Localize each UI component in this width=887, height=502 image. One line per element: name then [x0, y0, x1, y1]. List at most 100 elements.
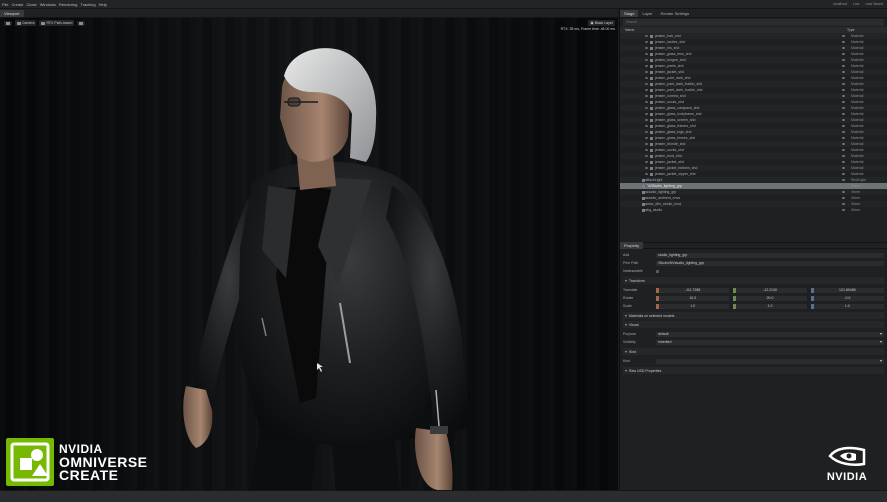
rotate-y[interactable]: 20.0 — [733, 295, 807, 301]
row-visibility-icon[interactable] — [842, 83, 845, 85]
visibility-eye-icon[interactable] — [645, 107, 648, 109]
column-type[interactable]: Type — [847, 28, 882, 32]
menu-create[interactable]: Create — [11, 2, 23, 7]
row-visibility-icon[interactable] — [842, 53, 845, 55]
row-visibility-icon[interactable] — [842, 209, 845, 211]
visibility-eye-icon[interactable] — [645, 95, 648, 97]
row-visibility-icon[interactable] — [842, 89, 845, 91]
visibility-eye-icon[interactable] — [645, 119, 648, 121]
visibility-eye-icon[interactable] — [645, 53, 648, 55]
row-visibility-icon[interactable] — [842, 47, 845, 49]
tab-stage[interactable]: Stage — [620, 9, 639, 17]
row-visibility-icon[interactable] — [842, 167, 845, 169]
row-visibility-icon[interactable] — [842, 155, 845, 157]
tab-layer[interactable]: Layer — [638, 10, 656, 17]
menu-tracking[interactable]: Tracking — [80, 2, 95, 7]
visibility-button[interactable] — [77, 20, 86, 26]
scale-z[interactable]: 1.0 — [810, 303, 884, 309]
row-visibility-icon[interactable] — [842, 119, 845, 121]
row-visibility-icon[interactable] — [842, 107, 845, 109]
viewport[interactable]: Camera RTX Path-traced ▣ Black Layer RTX:… — [0, 18, 618, 490]
menu-help[interactable]: Help — [99, 2, 107, 7]
visibility-eye-icon[interactable] — [645, 113, 648, 115]
visibility-eye-icon[interactable] — [645, 35, 648, 37]
visibility-eye-icon[interactable] — [645, 167, 648, 169]
menu-close[interactable]: Close — [26, 2, 36, 7]
row-visibility-icon[interactable] — [842, 179, 845, 181]
purpose-dropdown[interactable]: default — [656, 331, 884, 337]
transform-section[interactable]: Transform — [623, 277, 884, 284]
rotate-z[interactable]: -0.0 — [810, 295, 884, 301]
tab-property[interactable]: Property — [620, 242, 644, 249]
scale-x[interactable]: 1.0 — [656, 303, 730, 309]
row-visibility-icon[interactable] — [842, 95, 845, 97]
row-visibility-icon[interactable] — [842, 143, 845, 145]
kind-section[interactable]: Kind — [623, 348, 884, 355]
row-visibility-icon[interactable] — [842, 35, 845, 37]
visibility-eye-icon[interactable] — [645, 47, 648, 49]
stage-row[interactable]: bg_studio Xform — [620, 207, 887, 213]
row-visibility-icon[interactable] — [842, 131, 845, 133]
visibility-eye-icon[interactable] — [645, 155, 648, 157]
visibility-eye-icon[interactable] — [645, 41, 648, 43]
visibility-eye-icon[interactable] — [645, 143, 648, 145]
raw-usd-section[interactable]: Raw USD Properties — [623, 367, 884, 374]
visibility-eye-icon[interactable] — [645, 149, 648, 151]
row-visibility-icon[interactable] — [842, 101, 845, 103]
row-visibility-icon[interactable] — [842, 77, 845, 79]
menu-rendering[interactable]: Rendering — [59, 2, 77, 7]
row-visibility-icon[interactable] — [842, 71, 845, 73]
visibility-eye-icon[interactable] — [645, 131, 648, 133]
rotate-x[interactable]: 10.0 — [656, 295, 730, 301]
visibility-eye-icon[interactable] — [645, 197, 648, 199]
row-visibility-icon[interactable] — [842, 41, 845, 43]
translate-x[interactable]: -111.7288 — [656, 287, 730, 293]
visibility-eye-icon[interactable] — [645, 203, 648, 205]
visibility-eye-icon[interactable] — [645, 179, 648, 181]
visibility-eye-icon[interactable] — [645, 83, 648, 85]
add-button[interactable]: Add — [623, 253, 656, 257]
row-visibility-icon[interactable] — [842, 113, 845, 115]
translate-z[interactable]: 121.89468 — [810, 287, 884, 293]
row-visibility-icon[interactable] — [842, 185, 845, 187]
visual-section[interactable]: Visual — [623, 321, 884, 328]
visibility-eye-icon[interactable] — [645, 125, 648, 127]
visibility-eye-icon[interactable] — [645, 101, 648, 103]
row-visibility-icon[interactable] — [842, 137, 845, 139]
visibility-eye-icon[interactable] — [645, 191, 648, 193]
prim-name-field[interactable]: studio_lighting_grp — [656, 252, 884, 258]
scale-y[interactable]: 1.0 — [733, 303, 807, 309]
visibility-eye-icon[interactable] — [645, 185, 648, 187]
visibility-eye-icon[interactable] — [645, 173, 648, 175]
tab-render-settings[interactable]: Render Settings — [656, 10, 693, 17]
visibility-dropdown[interactable]: inherited — [656, 339, 884, 345]
row-visibility-icon[interactable] — [842, 173, 845, 175]
row-visibility-icon[interactable] — [842, 125, 845, 127]
tab-viewport[interactable]: Viewport — [0, 9, 24, 17]
visibility-eye-icon[interactable] — [645, 65, 648, 67]
menu-windows[interactable]: Windows — [40, 2, 56, 7]
visibility-eye-icon[interactable] — [645, 137, 648, 139]
render-mode-button[interactable]: RTX Path-traced — [39, 20, 75, 26]
menu-file[interactable]: File — [2, 2, 8, 7]
viewport-settings-button[interactable] — [4, 20, 12, 26]
camera-button[interactable]: Camera — [15, 20, 37, 26]
row-visibility-icon[interactable] — [842, 197, 845, 199]
visibility-eye-icon[interactable] — [645, 209, 648, 211]
translate-y[interactable]: -12.2130 — [733, 287, 807, 293]
row-visibility-icon[interactable] — [842, 191, 845, 193]
visibility-eye-icon[interactable] — [645, 161, 648, 163]
kind-dropdown[interactable] — [656, 358, 884, 364]
live-status[interactable]: Live — [853, 2, 859, 6]
row-visibility-icon[interactable] — [842, 65, 845, 67]
visibility-eye-icon[interactable] — [645, 59, 648, 61]
visibility-eye-icon[interactable] — [645, 71, 648, 73]
visibility-eye-icon[interactable] — [645, 77, 648, 79]
column-name[interactable]: Name — [625, 28, 634, 32]
materials-section[interactable]: Materials on selected models — [623, 312, 884, 319]
row-visibility-icon[interactable] — [842, 203, 845, 205]
prim-path-field[interactable]: /Studio/NVstudio_lighting_grp — [656, 260, 884, 266]
stage-search-input[interactable]: Search — [623, 19, 884, 26]
instanceable-checkbox[interactable] — [656, 269, 659, 273]
row-visibility-icon[interactable] — [842, 149, 845, 151]
